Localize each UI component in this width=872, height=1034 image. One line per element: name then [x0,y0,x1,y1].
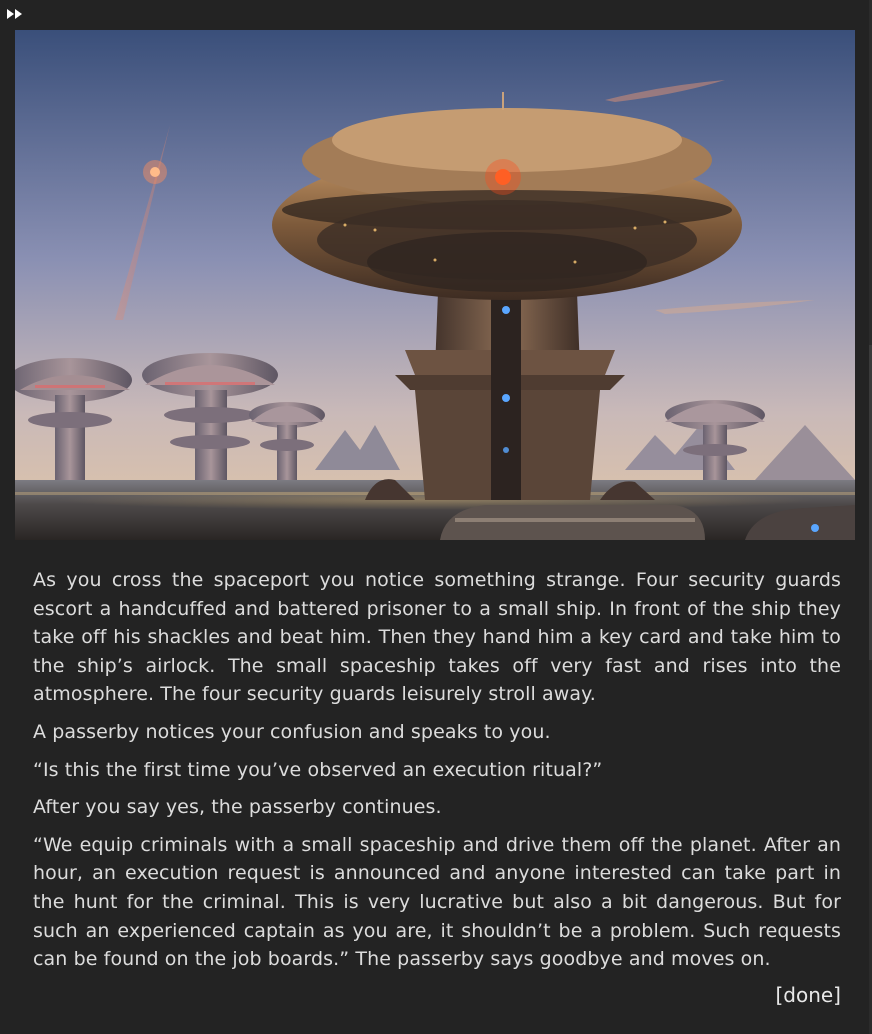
scene-illustration [15,30,855,540]
done-button[interactable]: [done] [775,983,841,1007]
story-paragraph: “We equip criminals with a small spacesh… [33,833,841,971]
story-paragraph: After you say yes, the passerby continue… [33,796,442,819]
story-paragraph: “Is this the first time you’ve observed … [33,758,603,781]
spaceport-image [15,30,855,540]
fast-forward-icon[interactable] [7,8,23,20]
story-paragraph: As you cross the spaceport you notice so… [33,569,841,706]
top-toolbar [0,0,872,30]
story-text: As you cross the spaceport you notice so… [33,566,841,983]
story-paragraph: A passerby notices your confusion and sp… [33,720,551,743]
